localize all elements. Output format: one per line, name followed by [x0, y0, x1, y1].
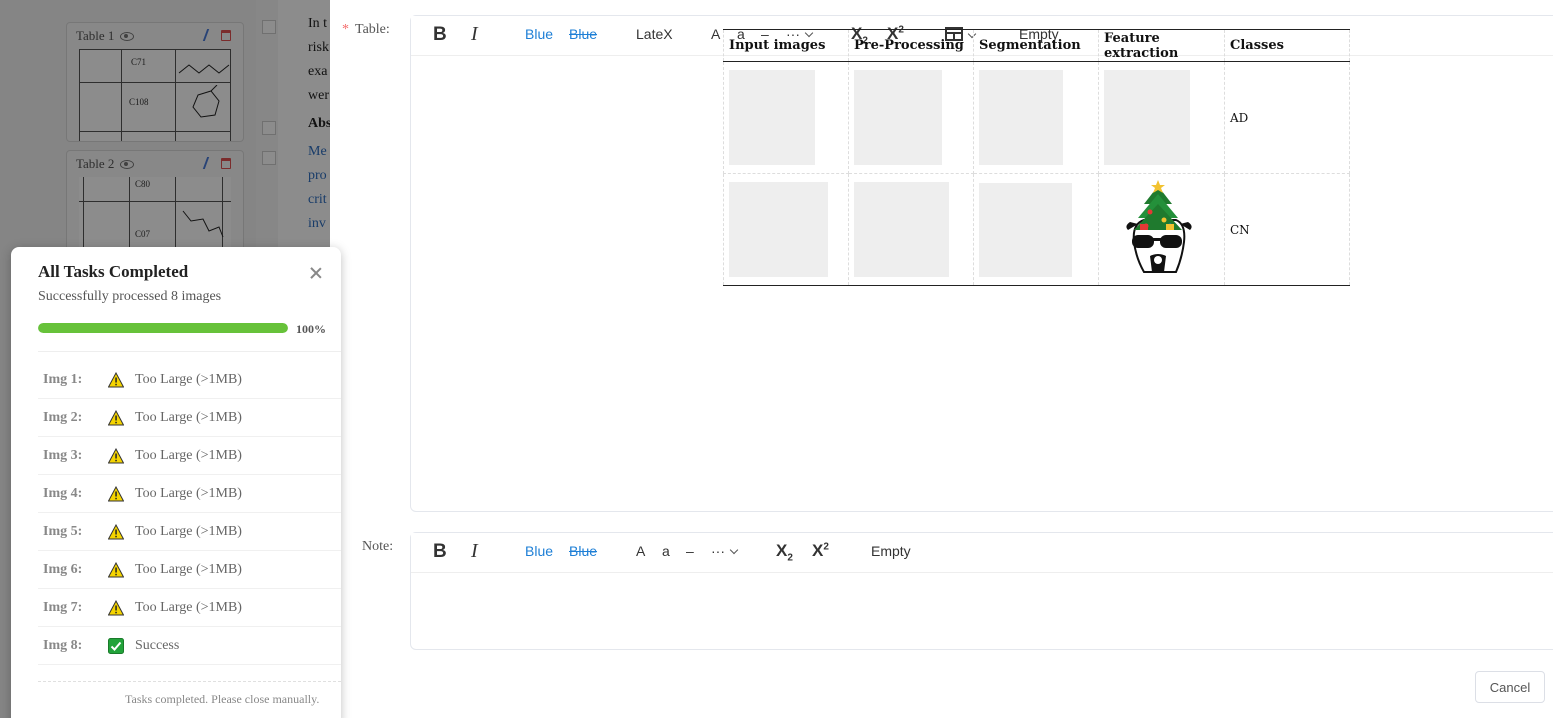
table-field-label: * Table:	[342, 22, 390, 37]
table-editor[interactable]: B I Blue Blue LateX A a – ··· X2 X2 Empt…	[410, 15, 1553, 512]
warning-icon	[108, 486, 124, 502]
task-item: Img 3: Too Large (>1MB)	[38, 437, 341, 475]
image-placeholder	[854, 182, 949, 277]
blue-text-button[interactable]: Blue	[525, 543, 553, 559]
class-cell[interactable]: CN	[1224, 173, 1350, 286]
class-cell[interactable]: AD	[1224, 61, 1350, 174]
panel-footer-message: Tasks completed. Please close manually.	[125, 692, 320, 706]
progress-fill	[38, 323, 288, 333]
divider	[38, 681, 341, 682]
task-item-status: Too Large (>1MB)	[135, 410, 242, 425]
task-item-label: Img 2:	[43, 410, 83, 425]
italic-button[interactable]: I	[471, 23, 478, 46]
column-header[interactable]: Classes	[1224, 29, 1350, 62]
chevron-down-icon	[729, 545, 739, 555]
task-item-label: Img 8:	[43, 638, 83, 653]
more-label: ···	[711, 543, 725, 559]
image-placeholder	[854, 70, 942, 165]
latex-button[interactable]: LateX	[636, 26, 673, 42]
task-item: Img 8: Success	[38, 627, 341, 665]
table-cell[interactable]	[723, 173, 849, 286]
blue-strike-button[interactable]: Blue	[569, 543, 597, 559]
italic-button[interactable]: I	[471, 540, 478, 563]
blue-strike-button[interactable]: Blue	[569, 26, 597, 42]
task-item-label: Img 7:	[43, 600, 83, 615]
table-cell[interactable]	[973, 61, 1099, 174]
image-placeholder	[979, 182, 1072, 277]
bold-button[interactable]: B	[433, 24, 447, 46]
lowercase-button[interactable]: a	[662, 543, 670, 559]
task-item-label: Img 4:	[43, 486, 83, 501]
note-editor[interactable]: B I Blue Blue A a – ··· X2 X2 Empty	[410, 532, 1553, 650]
dash-button[interactable]: –	[686, 543, 694, 559]
task-item-label: Img 3:	[43, 448, 83, 463]
task-item: Img 7: Too Large (>1MB)	[38, 589, 341, 627]
superscript-button[interactable]: X2	[812, 541, 829, 561]
mascot-image	[1126, 180, 1192, 273]
image-placeholder	[1104, 70, 1190, 165]
task-item: Img 6: Too Large (>1MB)	[38, 551, 341, 589]
warning-icon	[108, 410, 124, 426]
task-list: Img 1: Too Large (>1MB) Img 2: Too Large (>…	[38, 361, 341, 665]
check-icon	[108, 638, 124, 654]
progress-percentage: 100%	[296, 322, 326, 336]
task-item-status: Too Large (>1MB)	[135, 372, 242, 387]
task-item-label: Img 5:	[43, 524, 83, 539]
warning-icon	[108, 524, 124, 540]
note-field-label: Note:	[362, 539, 394, 554]
data-table[interactable]: Input images Pre-Processing Segmentation…	[723, 29, 1350, 286]
bold-button[interactable]: B	[433, 541, 447, 563]
task-item-status: Too Large (>1MB)	[135, 562, 242, 577]
task-item: Img 1: Too Large (>1MB)	[38, 361, 341, 399]
task-item-status: Too Large (>1MB)	[135, 448, 242, 463]
task-item-label: Img 6:	[43, 562, 83, 577]
table-cell[interactable]	[1098, 173, 1225, 286]
cancel-button[interactable]: Cancel	[1475, 671, 1545, 703]
table-cell[interactable]	[848, 61, 974, 174]
image-placeholder	[729, 70, 815, 165]
table-header-row: Input images Pre-Processing Segmentation…	[723, 29, 1350, 62]
empty-button[interactable]: Empty	[871, 543, 911, 559]
column-header[interactable]: Feature extraction	[1098, 29, 1225, 62]
task-item-status: Too Large (>1MB)	[135, 600, 242, 615]
column-header[interactable]: Segmentation	[973, 29, 1099, 62]
blue-text-button[interactable]: Blue	[525, 26, 553, 42]
task-item: Img 4: Too Large (>1MB)	[38, 475, 341, 513]
divider	[38, 351, 341, 352]
table-cell[interactable]	[1098, 61, 1225, 174]
warning-icon	[108, 562, 124, 578]
column-header[interactable]: Input images	[723, 29, 849, 62]
uppercase-button[interactable]: A	[711, 26, 720, 42]
panel-title: All Tasks Completed	[38, 262, 189, 281]
column-header[interactable]: Pre-Processing	[848, 29, 974, 62]
table-cell[interactable]	[973, 173, 1099, 286]
task-item-label: Img 1:	[43, 372, 83, 387]
task-status-panel: All Tasks Completed Successfully process…	[11, 247, 341, 718]
table-cell[interactable]	[848, 173, 974, 286]
note-editor-toolbar: B I Blue Blue A a – ··· X2 X2 Empty	[411, 533, 1553, 573]
close-icon[interactable]	[309, 266, 323, 280]
edit-table-dialog: * Table: B I Blue Blue LateX A a – ··· X2…	[330, 0, 1553, 718]
task-item: Img 2: Too Large (>1MB)	[38, 399, 341, 437]
task-item-status: Too Large (>1MB)	[135, 524, 242, 539]
task-item-status: Success	[135, 638, 180, 653]
table-row: AD	[723, 61, 1350, 174]
uppercase-button[interactable]: A	[636, 543, 645, 559]
warning-icon	[108, 372, 124, 388]
table-row: CN	[723, 173, 1350, 286]
task-item-status: Too Large (>1MB)	[135, 486, 242, 501]
more-dropdown[interactable]: ···	[711, 543, 739, 559]
warning-icon	[108, 448, 124, 464]
panel-subtitle: Successfully processed 8 images	[38, 289, 222, 304]
warning-icon	[108, 600, 124, 616]
required-marker: *	[342, 22, 349, 37]
progress-bar	[38, 323, 288, 333]
image-placeholder	[979, 70, 1063, 165]
image-placeholder	[729, 182, 828, 277]
table-cell[interactable]	[723, 61, 849, 174]
subscript-button[interactable]: X2	[776, 541, 793, 563]
task-item: Img 5: Too Large (>1MB)	[38, 513, 341, 551]
